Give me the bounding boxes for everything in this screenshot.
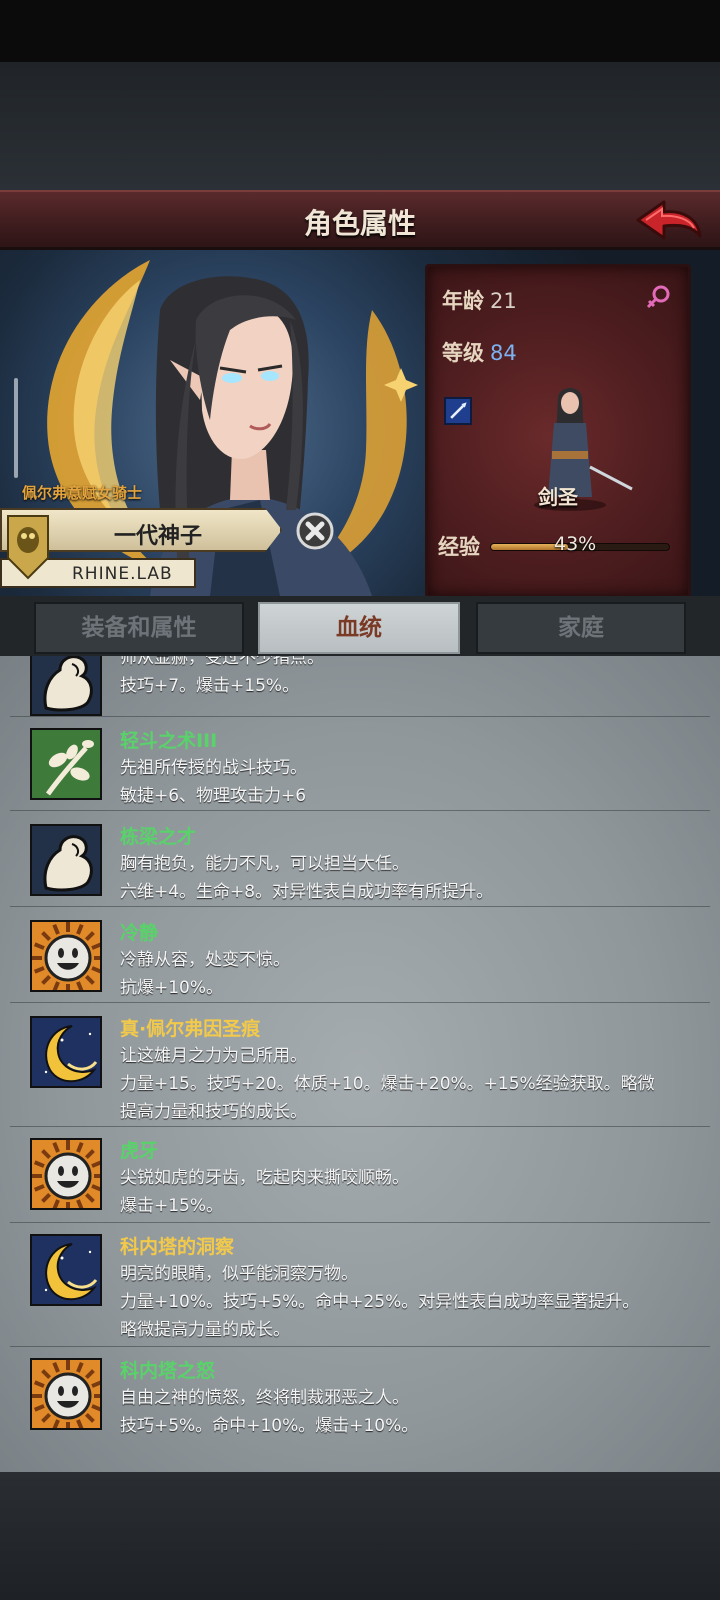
trait-description: 力量+15。技巧+20。体质+10。爆击+20%。+15%经验获取。略微 <box>120 1074 655 1094</box>
character-title-tag: 佩尔弗意赋女骑士 <box>22 484 143 502</box>
age-row: 年龄 21 <box>442 285 517 315</box>
muscle-arm-icon <box>30 656 102 716</box>
trait-name: 虎牙 <box>120 1140 159 1162</box>
trait-description: 冷静从容，处变不惊。 <box>120 950 290 970</box>
trait-item[interactable]: 科内塔之怒自由之神的愤怒，终将制裁邪恶之人。 技巧+5%。命中+10%。爆击+10… <box>0 1356 720 1466</box>
back-arrow-icon[interactable] <box>634 196 704 248</box>
trait-name: 科内塔之怒 <box>120 1360 216 1382</box>
trait-divider <box>10 906 710 907</box>
game-screen: 角色属性 佩尔弗意赋女骑士 一代神子 RHINE.LAB 年龄 21 等级 84… <box>0 0 720 1600</box>
tab-bloodline[interactable]: 血统 <box>258 602 460 654</box>
trait-name: 栋梁之才 <box>120 826 197 848</box>
close-icon[interactable] <box>296 512 334 550</box>
trait-divider <box>10 1126 710 1127</box>
tab-bar: 装备和属性 血统 家庭 <box>0 596 720 656</box>
trait-description: 师从显赫，受过不少指点。 <box>120 656 324 668</box>
trait-description: 胸有抱负，能力不凡，可以担当大任。 <box>120 854 409 874</box>
owl-crest-icon <box>7 515 49 580</box>
trait-description: 自由之神的愤怒，终将制裁邪恶之人。 <box>120 1388 409 1408</box>
page-title: 角色属性 <box>303 207 416 240</box>
bloodline-trait-list[interactable]: 师从显赫，受过不少指点。技巧+7。爆击+15%。 轻斗之术III 先祖所传授的战斗技… <box>0 656 720 1472</box>
trait-item[interactable]: 真·佩尔弗因圣痕让这雄月之力为己所用。力量+15。技巧+20。体质+10。爆击+… <box>0 1014 720 1124</box>
title-bar: 角色属性 <box>0 190 720 250</box>
trait-divider <box>10 716 710 717</box>
trait-description: 抗爆+10%。 <box>120 978 224 998</box>
trait-name: 真·佩尔弗因圣痕 <box>120 1018 261 1040</box>
female-icon <box>646 285 670 309</box>
trait-description: 敏捷+6、物理攻击力+6 <box>120 786 307 806</box>
branch-icon <box>30 728 102 800</box>
trait-description: 爆击+15%。 <box>120 1196 224 1216</box>
smiley-sun-icon <box>30 1358 102 1430</box>
exp-percent: 43% <box>554 533 597 555</box>
age-label: 年龄 <box>442 289 484 313</box>
crescent-moon-icon <box>30 1016 102 1088</box>
trait-name: 科内塔的洞察 <box>120 1236 235 1258</box>
level-value: 84 <box>490 341 517 365</box>
trait-item[interactable]: 科内塔的洞察明亮的眼睛，似乎能洞察万物。力量+10%。技巧+5%。命中+25%。… <box>0 1232 720 1342</box>
class-name: 剑圣 <box>538 485 578 509</box>
tab-equipment[interactable]: 装备和属性 <box>34 602 244 654</box>
trait-item[interactable]: 栋梁之才胸有抱负，能力不凡，可以担当大任。六维+4。生命+8。对异性表白成功率有… <box>0 822 720 932</box>
trait-divider <box>10 810 710 811</box>
trait-description: 略微提高力量的成长。 <box>120 1320 290 1340</box>
trait-item[interactable]: 轻斗之术III 先祖所传授的战斗技巧。 敏捷+6、物理攻击力+6 <box>0 726 720 836</box>
trait-name: 冷静 <box>120 922 159 944</box>
exp-label: 经验 <box>438 535 480 559</box>
trait-item[interactable]: 冷静冷静从容，处变不惊。 抗爆+10%。 <box>0 918 720 1028</box>
trait-description: 先祖所传授的战斗技巧。 <box>120 758 307 778</box>
level-row: 等级 84 <box>442 337 517 367</box>
trait-description: 六维+4。生命+8。对异性表白成功率有所提升。 <box>120 882 494 902</box>
trait-description: 技巧+5%。命中+10%。爆击+10%。 <box>120 1416 419 1436</box>
age-value: 21 <box>490 289 517 313</box>
trait-divider <box>10 1002 710 1003</box>
org-name: RHINE.LAB <box>72 564 173 584</box>
stats-panel: 年龄 21 等级 84 剑圣 经验 43% <box>425 264 691 598</box>
trait-divider <box>10 1346 710 1347</box>
tab-family[interactable]: 家庭 <box>476 602 686 654</box>
trait-description: 让这雄月之力为己所用。 <box>120 1046 307 1066</box>
crescent-moon-icon <box>30 1234 102 1306</box>
trait-description: 尖锐如虎的牙齿，吃起肉来撕咬顺畅。 <box>120 1168 409 1188</box>
trait-name: 轻斗之术III <box>120 730 218 752</box>
sword-icon[interactable] <box>444 397 472 425</box>
trait-description: 提高力量和技巧的成长。 <box>120 1102 307 1122</box>
level-label: 等级 <box>442 341 484 365</box>
trait-item[interactable]: 虎牙尖锐如虎的牙齿，吃起肉来撕咬顺畅。 爆击+15%。 <box>0 1136 720 1246</box>
trait-description: 技巧+7。爆击+15%。 <box>120 676 300 696</box>
smiley-sun-icon <box>30 920 102 992</box>
character-name: 一代神子 <box>113 524 202 549</box>
trait-description: 力量+10%。技巧+5%。命中+25%。对异性表白成功率显著提升。 <box>120 1292 640 1312</box>
muscle-arm-icon <box>30 824 102 896</box>
bottom-bar <box>0 1472 720 1600</box>
trait-divider <box>10 1222 710 1223</box>
smiley-sun-icon <box>30 1138 102 1210</box>
trait-description: 明亮的眼睛，似乎能洞察万物。 <box>120 1264 358 1284</box>
